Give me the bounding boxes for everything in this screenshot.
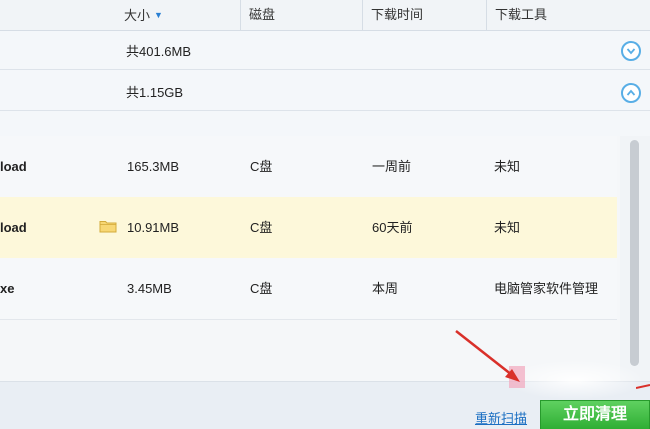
file-disk: C盘: [250, 281, 273, 296]
file-disk: C盘: [250, 220, 273, 235]
column-size[interactable]: 大小 ▼: [116, 0, 240, 30]
column-download-time-label: 下载时间: [371, 7, 424, 22]
file-download-time: 本周: [372, 281, 399, 296]
vertical-scrollbar[interactable]: [620, 136, 650, 381]
file-size: 3.45MB: [127, 281, 172, 296]
file-download-tool: 电脑管家软件管理: [494, 281, 599, 296]
file-download-tool: 未知: [494, 159, 521, 174]
group-row[interactable]: 共401.6MB: [0, 31, 650, 70]
clean-now-button[interactable]: 立即清理: [540, 400, 650, 429]
open-folder-icon[interactable]: [99, 219, 117, 233]
group-total: 共1.15GB: [126, 85, 184, 100]
pink-mark: [509, 366, 525, 388]
expand-icon[interactable]: [621, 41, 641, 61]
column-disk[interactable]: 磁盘: [240, 0, 362, 30]
column-download-tool-label: 下载工具: [495, 7, 548, 22]
column-download-tool[interactable]: 下载工具: [486, 0, 650, 30]
scrollbar-thumb[interactable]: [630, 140, 639, 366]
rescan-link[interactable]: 重新扫描: [475, 408, 527, 427]
table-row[interactable]: load 10.91MB C盘 60天前 未知: [0, 197, 617, 259]
sort-desc-icon: ▼: [154, 10, 163, 20]
table-row[interactable]: load 165.3MB C盘 一周前 未知: [0, 136, 617, 198]
file-size: 165.3MB: [127, 159, 180, 174]
group-row[interactable]: 共1.15GB: [0, 70, 650, 111]
collapse-icon[interactable]: [621, 83, 641, 103]
group-total: 共401.6MB: [126, 44, 192, 59]
file-name: load: [0, 220, 27, 235]
column-size-label: 大小: [124, 8, 151, 23]
file-name: load: [0, 159, 27, 174]
file-download-time: 60天前: [372, 220, 413, 235]
list-spacer: [0, 111, 620, 137]
table-row[interactable]: xe 3.45MB C盘 本周 电脑管家软件管理: [0, 258, 617, 320]
column-disk-label: 磁盘: [249, 7, 276, 22]
file-download-time: 一周前: [372, 159, 412, 174]
footer-bar: 重新扫描 立即清理: [0, 381, 650, 429]
download-cleanup-panel: 大小 ▼ 磁盘 下载时间 下载工具 共401.6MB 共1.15GB load 1…: [0, 0, 650, 429]
column-header: 大小 ▼ 磁盘 下载时间 下载工具: [0, 0, 650, 31]
file-name: xe: [0, 281, 15, 296]
column-download-time[interactable]: 下载时间: [362, 0, 486, 30]
file-disk: C盘: [250, 159, 273, 174]
annotation-box-edge: [636, 384, 650, 389]
file-size: 10.91MB: [127, 220, 180, 235]
file-download-tool: 未知: [494, 220, 521, 235]
file-list: load 165.3MB C盘 一周前 未知 load 10.91MB C盘 6…: [0, 136, 620, 381]
